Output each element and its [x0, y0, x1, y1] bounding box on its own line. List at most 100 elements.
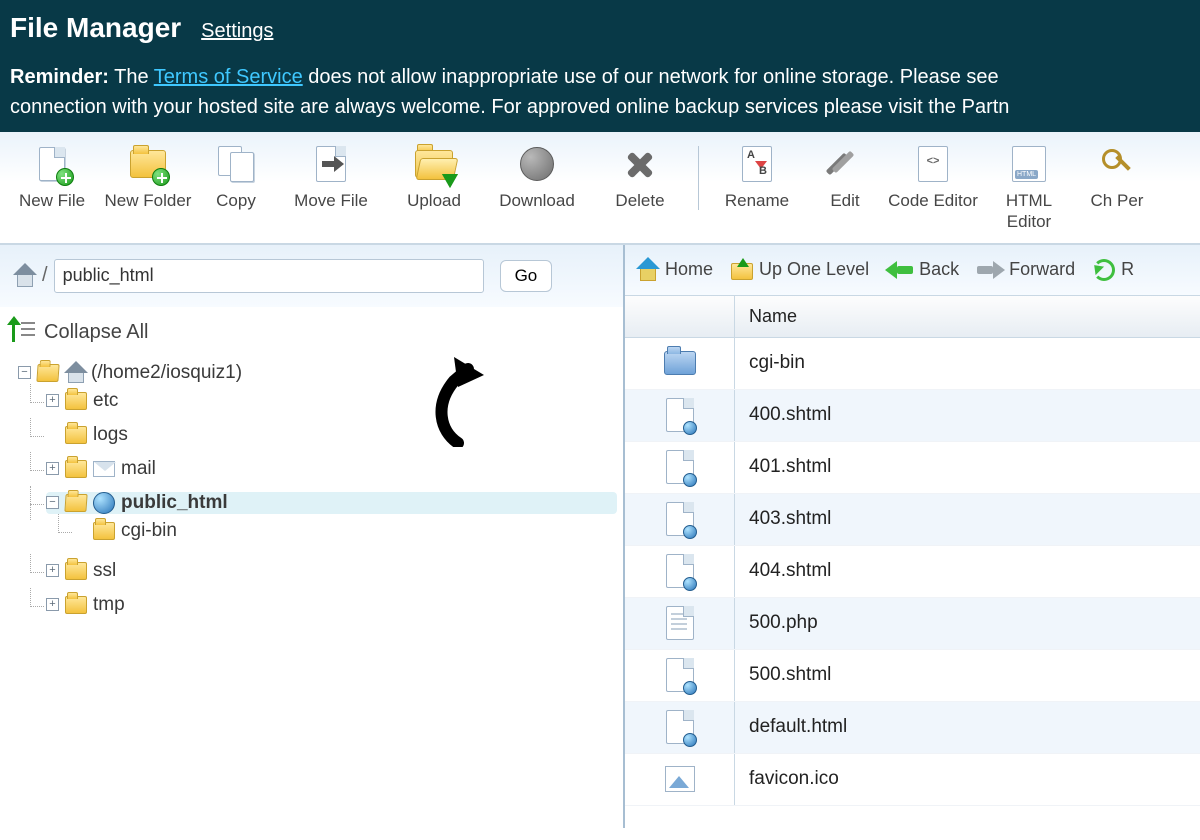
- arrow-left-icon: [887, 261, 913, 279]
- workspace: / Go Collapse All − (/home2/iosquiz1): [0, 244, 1200, 828]
- code-editor-button[interactable]: Code Editor: [885, 140, 981, 237]
- nav-home-button[interactable]: Home: [633, 259, 717, 281]
- settings-link[interactable]: Settings: [201, 20, 273, 43]
- copy-button[interactable]: Copy: [196, 140, 276, 215]
- column-icon[interactable]: [625, 296, 735, 337]
- rename-button[interactable]: Rename: [709, 140, 805, 237]
- folder-open-icon: [36, 364, 59, 382]
- file-row[interactable]: 500.php: [625, 598, 1200, 650]
- tree-item-public-html[interactable]: − public_html: [46, 492, 617, 514]
- web-file-icon: [666, 658, 694, 692]
- web-file-icon: [666, 398, 694, 432]
- html-editor-icon: [1009, 144, 1049, 184]
- reminder-text: Reminder: The Terms of Service does not …: [10, 62, 1190, 122]
- path-separator: /: [42, 264, 48, 287]
- tree-item-cgi-bin[interactable]: cgi-bin: [74, 520, 617, 542]
- tree-item-tmp[interactable]: + tmp: [46, 594, 617, 616]
- tree-root-label: (/home2/iosquiz1): [91, 362, 242, 384]
- web-file-icon: [666, 450, 694, 484]
- folder-icon: [93, 522, 115, 540]
- new-folder-icon: [128, 144, 168, 184]
- delete-icon: [620, 144, 660, 184]
- tree-item-etc[interactable]: + etc: [46, 390, 617, 412]
- folder-open-icon: [64, 494, 87, 512]
- rename-icon: [737, 144, 777, 184]
- edit-icon: [825, 144, 865, 184]
- app-title: File Manager: [10, 12, 181, 44]
- file-list: cgi-bin 400.shtml 401.shtml 403.shtml 40…: [625, 338, 1200, 828]
- new-file-button[interactable]: New File: [4, 140, 100, 215]
- html-editor-button[interactable]: HTML Editor: [981, 140, 1077, 237]
- expand-icon[interactable]: +: [46, 564, 59, 577]
- home-folder-icon: [65, 363, 85, 383]
- new-file-icon: [32, 144, 72, 184]
- path-input[interactable]: [54, 259, 484, 293]
- path-bar: / Go: [0, 245, 623, 307]
- download-button[interactable]: Download: [482, 140, 592, 215]
- download-icon: [517, 144, 557, 184]
- upload-button[interactable]: Upload: [386, 140, 482, 215]
- permissions-icon: [1097, 144, 1137, 184]
- left-pane: / Go Collapse All − (/home2/iosquiz1): [0, 245, 625, 828]
- file-row[interactable]: cgi-bin: [625, 338, 1200, 390]
- image-file-icon: [665, 766, 695, 792]
- copy-icon: [216, 144, 256, 184]
- change-permissions-button[interactable]: Ch Per: [1077, 140, 1157, 237]
- column-name[interactable]: Name: [735, 296, 1200, 337]
- tree-item-logs[interactable]: logs: [46, 424, 617, 446]
- file-row[interactable]: default.html: [625, 702, 1200, 754]
- mail-icon: [93, 461, 115, 477]
- collapse-icon[interactable]: −: [46, 496, 59, 509]
- text-file-icon: [666, 606, 694, 640]
- expand-icon[interactable]: +: [46, 462, 59, 475]
- file-row[interactable]: 404.shtml: [625, 546, 1200, 598]
- terms-of-service-link[interactable]: Terms of Service: [154, 66, 303, 88]
- expand-icon[interactable]: +: [46, 394, 59, 407]
- file-row[interactable]: 401.shtml: [625, 442, 1200, 494]
- file-row[interactable]: 500.shtml: [625, 650, 1200, 702]
- arrow-right-icon: [977, 261, 1003, 279]
- reload-icon: [1093, 259, 1115, 281]
- tree-root[interactable]: − (/home2/iosquiz1): [18, 362, 617, 384]
- folder-tree: − (/home2/iosquiz1) + etc l: [0, 352, 623, 638]
- go-button[interactable]: Go: [500, 260, 553, 292]
- nav-up-button[interactable]: Up One Level: [727, 259, 873, 280]
- tree-item-ssl[interactable]: + ssl: [46, 560, 617, 582]
- globe-icon: [93, 492, 115, 514]
- code-editor-icon: [913, 144, 953, 184]
- edit-button[interactable]: Edit: [805, 140, 885, 237]
- home-icon: [637, 259, 659, 281]
- tree-toggle-icon[interactable]: −: [18, 366, 31, 379]
- folder-icon: [65, 596, 87, 614]
- folder-icon: [664, 351, 696, 375]
- file-table-header: Name: [625, 296, 1200, 338]
- navigation-bar: Home Up One Level Back Forward R: [625, 245, 1200, 296]
- move-file-button[interactable]: Move File: [276, 140, 386, 215]
- expand-icon[interactable]: +: [46, 598, 59, 611]
- up-level-icon: [731, 260, 753, 280]
- file-row[interactable]: 400.shtml: [625, 390, 1200, 442]
- upload-icon: [414, 144, 454, 184]
- nav-forward-button[interactable]: Forward: [973, 259, 1079, 280]
- nav-reload-button[interactable]: R: [1089, 259, 1138, 281]
- file-row[interactable]: favicon.ico: [625, 754, 1200, 806]
- folder-icon: [65, 426, 87, 444]
- tree-item-mail[interactable]: + mail: [46, 458, 617, 480]
- web-file-icon: [666, 554, 694, 588]
- collapse-all-button[interactable]: Collapse All: [0, 307, 623, 352]
- folder-icon: [65, 562, 87, 580]
- folder-icon: [65, 460, 87, 478]
- toolbar: New File New Folder Copy Move File Uploa…: [0, 132, 1200, 244]
- new-folder-button[interactable]: New Folder: [100, 140, 196, 215]
- header: File Manager Settings Reminder: The Term…: [0, 0, 1200, 132]
- home-icon[interactable]: [14, 265, 36, 287]
- reminder-label: Reminder:: [10, 66, 109, 88]
- toolbar-divider: [698, 146, 699, 210]
- collapse-all-icon: [12, 322, 36, 342]
- move-file-icon: [311, 144, 351, 184]
- right-pane: Home Up One Level Back Forward R Name: [625, 245, 1200, 828]
- nav-back-button[interactable]: Back: [883, 259, 963, 280]
- delete-button[interactable]: Delete: [592, 140, 688, 215]
- web-file-icon: [666, 710, 694, 744]
- file-row[interactable]: 403.shtml: [625, 494, 1200, 546]
